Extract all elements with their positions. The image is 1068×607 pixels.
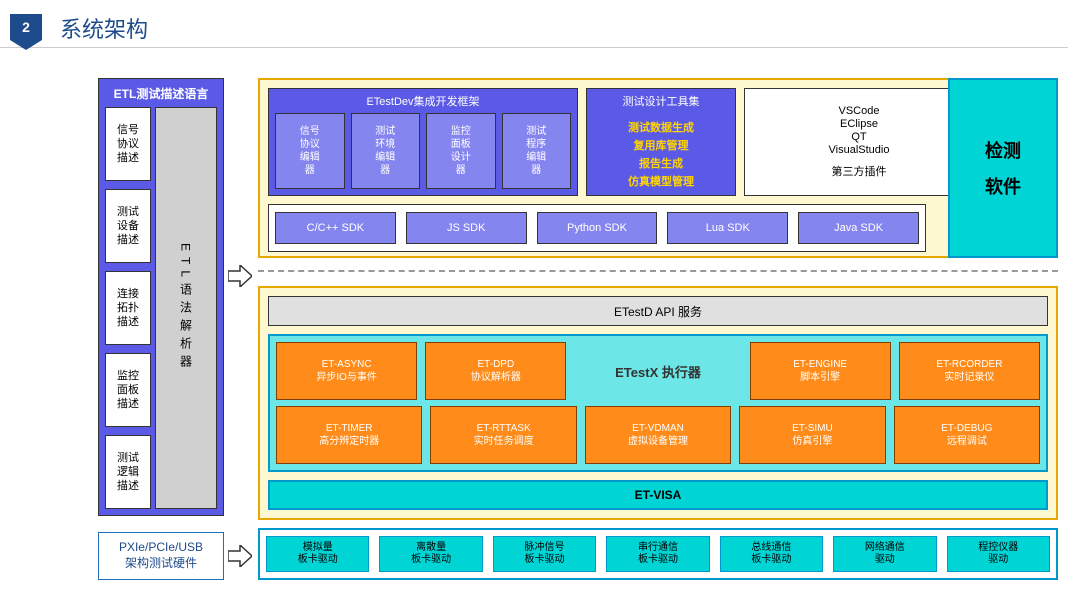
section-number: 2 xyxy=(10,14,42,40)
design-toolset: 测试设计工具集 测试数据生成复用库管理报告生成仿真模型管理 xyxy=(586,88,736,196)
sdk-cell: Lua SDK xyxy=(667,212,788,244)
etestx-executor: ET-ASYNC异步IO与事件ET-DPD协议解析器ETestX 执行器ET-E… xyxy=(268,334,1048,472)
ide-name: EClipse xyxy=(840,118,878,130)
api-service-bar: ETestD API 服务 xyxy=(268,296,1048,326)
ide-name: QT xyxy=(851,131,866,143)
ide-name: VSCode xyxy=(839,105,880,117)
detection-software: 检测软件 xyxy=(948,78,1058,258)
etl-desc-item: 测试逻辑描述 xyxy=(105,435,151,509)
module-cell: ET-ASYNC异步IO与事件 xyxy=(276,342,417,400)
module-cell: ET-SIMU仿真引擎 xyxy=(739,406,885,464)
driver-cell: 网络通信驱动 xyxy=(833,536,936,572)
module-cell: ET-RCORDER实时记录仪 xyxy=(899,342,1040,400)
module-cell: ET-ENGINE脚本引擎 xyxy=(750,342,891,400)
driver-cell: 总线通信板卡驱动 xyxy=(720,536,823,572)
etl-parser: ETL语法解析器 xyxy=(155,107,217,509)
etestdev-framework: ETestDev集成开发框架 信号协议编辑器测试环境编辑器监控面板设计器测试程序… xyxy=(268,88,578,196)
third-party-ides: VSCodeEClipseQTVisualStudio 第三方插件 xyxy=(744,88,974,196)
etl-column: ETL测试描述语言 信号协议描述测试设备描述连接拓扑描述监控面板描述测试逻辑描述… xyxy=(98,78,224,516)
module-cell: ET-TIMER高分辨定时器 xyxy=(276,406,422,464)
editor-cell: 监控面板设计器 xyxy=(426,113,496,189)
driver-cell: 串行通信板卡驱动 xyxy=(606,536,709,572)
arrow-icon xyxy=(228,545,252,567)
tool-item: 测试数据生成 xyxy=(628,119,694,135)
sdk-cell: Java SDK xyxy=(798,212,919,244)
module-cell: ET-DEBUG远程调试 xyxy=(894,406,1040,464)
title-bar: 2 系统架构 xyxy=(0,8,1068,48)
toolset-title: 测试设计工具集 xyxy=(587,89,735,113)
section-title: 系统架构 xyxy=(60,12,148,44)
sdk-cell: Python SDK xyxy=(537,212,658,244)
driver-cell: 离散量板卡驱动 xyxy=(379,536,482,572)
etl-desc-item: 连接拓扑描述 xyxy=(105,271,151,345)
tool-item: 复用库管理 xyxy=(634,137,689,153)
third-party-plugin-label: 第三方插件 xyxy=(832,163,887,179)
module-cell: ET-VDMAN虚拟设备管理 xyxy=(585,406,731,464)
arrow-icon xyxy=(228,265,252,287)
editor-cell: 测试程序编辑器 xyxy=(502,113,572,189)
et-visa-bar: ET-VISA xyxy=(268,480,1048,510)
ide-name: VisualStudio xyxy=(829,144,890,156)
output-label: 软件 xyxy=(985,173,1021,199)
output-label: 检测 xyxy=(985,137,1021,163)
sdk-cell: C/C++ SDK xyxy=(275,212,396,244)
driver-row: 模拟量板卡驱动离散量板卡驱动脉冲信号板卡驱动串行通信板卡驱动总线通信板卡驱动网络… xyxy=(258,528,1058,580)
sdk-cell: JS SDK xyxy=(406,212,527,244)
tool-item: 仿真模型管理 xyxy=(628,173,694,189)
driver-cell: 程控仪器驱动 xyxy=(947,536,1050,572)
driver-cell: 模拟量板卡驱动 xyxy=(266,536,369,572)
etl-desc-item: 测试设备描述 xyxy=(105,189,151,263)
etl-desc-item: 监控面板描述 xyxy=(105,353,151,427)
etl-desc-item: 信号协议描述 xyxy=(105,107,151,181)
etl-title: ETL测试描述语言 xyxy=(99,79,223,110)
editor-cell: 信号协议编辑器 xyxy=(275,113,345,189)
driver-cell: 脉冲信号板卡驱动 xyxy=(493,536,596,572)
hardware-box: PXIe/PCIe/USB架构测试硬件 xyxy=(98,532,224,580)
divider xyxy=(258,270,1058,272)
module-cell: ET-DPD协议解析器 xyxy=(425,342,566,400)
executor-title: ETestX 执行器 xyxy=(574,342,741,400)
tool-item: 报告生成 xyxy=(639,155,683,171)
etestdev-title: ETestDev集成开发框架 xyxy=(269,89,577,113)
module-cell: ET-RTTASK实时任务调度 xyxy=(430,406,576,464)
sdk-row: C/C++ SDK JS SDK Python SDK Lua SDK Java SDK xyxy=(268,204,926,252)
runtime-group: ETestD API 服务 ET-ASYNC异步IO与事件ET-DPD协议解析器… xyxy=(258,286,1058,520)
dev-framework-group: ETestDev集成开发框架 信号协议编辑器测试环境编辑器监控面板设计器测试程序… xyxy=(258,78,1058,258)
editor-cell: 测试环境编辑器 xyxy=(351,113,421,189)
